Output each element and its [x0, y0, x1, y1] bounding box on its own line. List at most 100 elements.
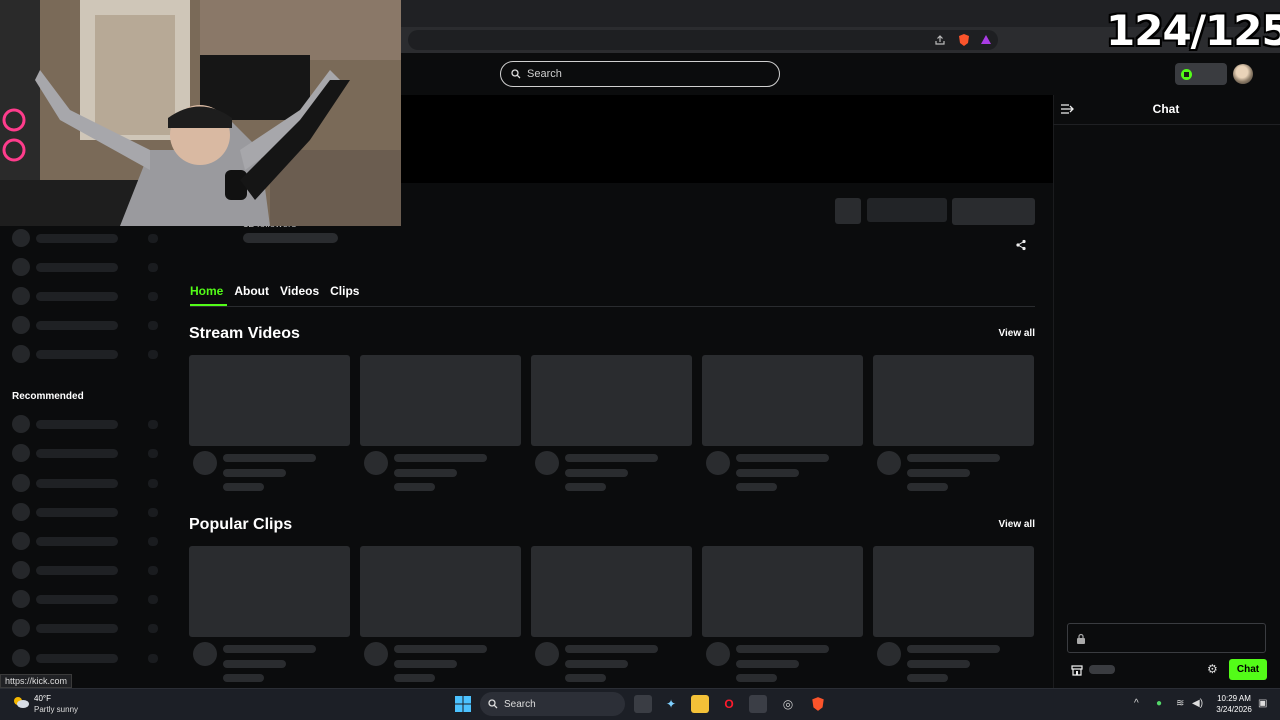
- video-card-thumbnail[interactable]: [360, 355, 521, 446]
- sidebar-recommended-item[interactable]: [12, 649, 158, 667]
- video-card-avatar-skeleton: [193, 451, 217, 475]
- tabs-divider: [190, 306, 1035, 307]
- follow-button[interactable]: [867, 198, 947, 222]
- sidebar-recommended-item[interactable]: [12, 619, 158, 637]
- sidebar-item[interactable]: [12, 287, 158, 305]
- microphone-icon[interactable]: ●: [1156, 698, 1162, 709]
- notification-button[interactable]: [835, 198, 861, 224]
- video-card-meta-skeleton: [565, 483, 606, 491]
- chat-panel: [1053, 95, 1280, 688]
- video-card-thumbnail[interactable]: [189, 355, 350, 446]
- chat-send-button[interactable]: Chat: [1229, 659, 1267, 680]
- sidebar-recommended-item[interactable]: [12, 474, 158, 492]
- clip-card-avatar-skeleton: [706, 642, 730, 666]
- wifi-icon[interactable]: ≋: [1176, 698, 1184, 709]
- video-card-subtitle-skeleton: [394, 469, 457, 477]
- clip-card-avatar-skeleton: [364, 642, 388, 666]
- clip-card-subtitle-skeleton: [565, 660, 628, 668]
- store-icon[interactable]: [1071, 663, 1083, 676]
- notification-icon[interactable]: ▣: [1258, 698, 1267, 709]
- share-page-icon[interactable]: [932, 32, 948, 48]
- opera-icon[interactable]: O: [720, 695, 738, 713]
- video-card-thumbnail[interactable]: [702, 355, 863, 446]
- progress-counter: 124/125: [1106, 6, 1280, 55]
- clip-card-thumbnail[interactable]: [702, 546, 863, 637]
- clip-card-title-skeleton: [736, 645, 829, 653]
- sidebar-recommended-item[interactable]: [12, 532, 158, 550]
- sidebar-recommended-item[interactable]: [12, 444, 158, 462]
- status-bar-url: https://kick.com: [0, 674, 73, 688]
- stream-videos-view-all-link[interactable]: View all: [990, 328, 1035, 339]
- lock-icon: [1076, 632, 1086, 644]
- video-card-thumbnail[interactable]: [531, 355, 692, 446]
- sidebar-item[interactable]: [12, 345, 158, 363]
- tray-overflow-icon[interactable]: ^: [1134, 698, 1139, 709]
- weather-temperature: 40°F: [34, 694, 51, 703]
- taskbar-clock-date[interactable]: 3/24/2026: [1213, 705, 1255, 714]
- subscribe-button[interactable]: [952, 198, 1035, 225]
- app-icon[interactable]: ◎: [779, 695, 797, 713]
- video-card-title-skeleton: [565, 454, 658, 462]
- channel-tabs: Home About Videos Clips: [190, 284, 359, 298]
- video-card-meta-skeleton: [394, 483, 435, 491]
- file-explorer-icon[interactable]: [691, 695, 709, 713]
- clip-card-title-skeleton: [223, 645, 316, 653]
- brave-browser-icon[interactable]: [809, 695, 827, 713]
- clip-card-meta-skeleton: [223, 674, 264, 682]
- chat-collapse-icon[interactable]: [1060, 102, 1074, 116]
- video-card-avatar-skeleton: [877, 451, 901, 475]
- copilot-icon[interactable]: ✦: [662, 695, 680, 713]
- clip-card-title-skeleton: [907, 645, 1000, 653]
- gear-icon[interactable]: ⚙: [1207, 662, 1218, 676]
- share-icon[interactable]: [1014, 238, 1028, 252]
- video-card-title-skeleton: [223, 454, 316, 462]
- clip-card-title-skeleton: [565, 645, 658, 653]
- address-bar[interactable]: [408, 30, 998, 50]
- taskbar-clock-time[interactable]: 10:29 AM: [1213, 694, 1255, 703]
- chat-title: Chat: [1152, 102, 1180, 116]
- video-card-subtitle-skeleton: [565, 469, 628, 477]
- sidebar-recommended-item[interactable]: [12, 415, 158, 433]
- sidebar-item[interactable]: [12, 316, 158, 334]
- user-status-pill[interactable]: [1175, 63, 1227, 85]
- clip-card-avatar-skeleton: [535, 642, 559, 666]
- user-avatar[interactable]: [1233, 64, 1253, 84]
- weather-icon[interactable]: [12, 695, 30, 709]
- chat-message-input[interactable]: [1067, 623, 1266, 653]
- brave-rewards-icon[interactable]: [978, 32, 994, 48]
- clip-card-thumbnail[interactable]: [873, 546, 1034, 637]
- taskbar-search-box[interactable]: Search: [480, 692, 625, 716]
- video-card-meta-skeleton: [736, 483, 777, 491]
- stream-videos-heading: Stream Videos: [189, 325, 300, 342]
- sidebar-item[interactable]: [12, 258, 158, 276]
- windows-start-icon[interactable]: [455, 696, 471, 712]
- chat-points-skeleton: [1089, 665, 1115, 674]
- clip-card-thumbnail[interactable]: [531, 546, 692, 637]
- tab-clips[interactable]: Clips: [330, 284, 359, 298]
- tab-home[interactable]: Home: [190, 284, 223, 298]
- sidebar-recommended-item[interactable]: [12, 503, 158, 521]
- popular-clips-view-all-link[interactable]: View all: [990, 519, 1035, 530]
- clip-card-thumbnail[interactable]: [189, 546, 350, 637]
- video-card-thumbnail[interactable]: [873, 355, 1034, 446]
- tab-videos[interactable]: Videos: [280, 284, 319, 298]
- tab-about[interactable]: About: [234, 284, 269, 298]
- search-input[interactable]: Search: [500, 61, 780, 87]
- task-view-icon[interactable]: [634, 695, 652, 713]
- webcam-overlay: [0, 0, 401, 226]
- clip-card-meta-skeleton: [394, 674, 435, 682]
- clip-card-meta-skeleton: [907, 674, 948, 682]
- volume-icon[interactable]: ◀): [1192, 698, 1203, 709]
- popular-clips-heading: Popular Clips: [189, 516, 293, 533]
- kick-logo-icon: [1181, 68, 1192, 80]
- sidebar-recommended-item[interactable]: [12, 561, 158, 579]
- clip-card-avatar-skeleton: [877, 642, 901, 666]
- video-card-avatar-skeleton: [706, 451, 730, 475]
- brave-shields-icon[interactable]: [956, 32, 972, 48]
- sidebar-recommended-item[interactable]: [12, 590, 158, 608]
- video-card-title-skeleton: [394, 454, 487, 462]
- sidebar-item[interactable]: [12, 229, 158, 247]
- microsoft-store-icon[interactable]: [749, 695, 767, 713]
- clip-card-thumbnail[interactable]: [360, 546, 521, 637]
- video-card-title-skeleton: [907, 454, 1000, 462]
